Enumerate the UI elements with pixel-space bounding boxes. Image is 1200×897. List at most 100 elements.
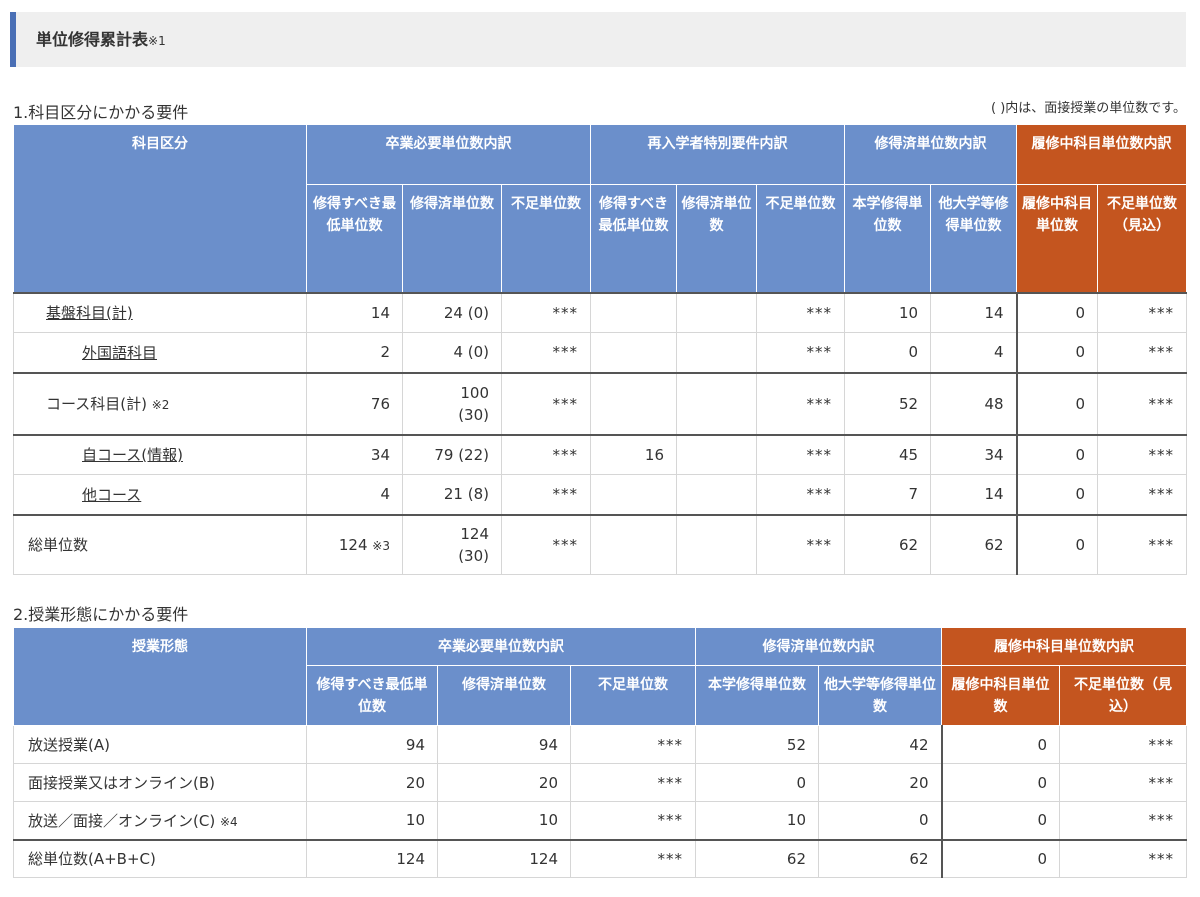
cell-short: *** bbox=[501, 513, 591, 575]
cell-other: 34 bbox=[930, 433, 1018, 475]
cell-ip: 0 bbox=[1015, 332, 1099, 373]
earned-faceto: (30) bbox=[458, 546, 489, 565]
cell-ip: 0 bbox=[1015, 474, 1099, 515]
section1-note: ( )内は、面接授業の単位数です。 bbox=[991, 101, 1186, 116]
table-row: 総単位数(A+B+C) 124 124 *** 62 62 0 *** bbox=[13, 838, 1187, 878]
class-format-table: 授業形態 卒業必要単位数内訳 修得済単位数内訳 履修中科目単位数内訳 修得すべき… bbox=[13, 627, 1187, 878]
row-label: 放送授業(A) bbox=[13, 725, 307, 764]
table-row: コース科目(計) ※2 76 100 (30) *** *** 52 48 0 *… bbox=[13, 371, 1188, 435]
cell-ip: 0 bbox=[940, 725, 1060, 764]
cell-ip: 0 bbox=[940, 838, 1060, 878]
earned-total: 124 bbox=[460, 524, 489, 543]
page-title-text: 単位修得累計表 bbox=[36, 30, 149, 49]
cell-ip-short: *** bbox=[1059, 763, 1187, 802]
cell-earned: 94 bbox=[437, 725, 571, 764]
cell-ip-short: *** bbox=[1097, 291, 1188, 333]
cell-earned: 124 bbox=[437, 838, 571, 878]
header-earned-other: 他大学等修得単位数 bbox=[930, 184, 1018, 294]
category-link[interactable]: 他コース bbox=[82, 486, 141, 504]
cell-ip: 0 bbox=[940, 801, 1060, 840]
cell-own: 0 bbox=[844, 332, 932, 373]
header-form: 授業形態 bbox=[13, 627, 307, 726]
cell-re-earned bbox=[676, 332, 757, 373]
format-label: 放送／面接／オンライン(C) bbox=[28, 811, 216, 830]
header-req-min: 修得すべき最低単位数 bbox=[306, 184, 403, 294]
cell-re-short: *** bbox=[755, 332, 846, 373]
header-required-group: 卒業必要単位数内訳 bbox=[306, 124, 591, 185]
cell-re-earned bbox=[676, 291, 757, 333]
table-row: 基盤科目(計) 14 24 (0) *** *** 10 14 0 *** bbox=[13, 291, 1188, 333]
cell-min: 2 bbox=[306, 332, 403, 373]
cell-ip-short: *** bbox=[1097, 371, 1188, 435]
page-title-note: ※1 bbox=[148, 34, 166, 48]
cell-min: 94 bbox=[306, 725, 438, 764]
cell-ip-short: *** bbox=[1059, 725, 1187, 764]
table-row: 自コース(情報) 34 79 (22) *** 16 *** 45 34 0 *… bbox=[13, 433, 1188, 475]
cell-earned: 24 (0) bbox=[402, 291, 502, 333]
header-readmit-group: 再入学者特別要件内訳 bbox=[589, 124, 846, 185]
cell-other: 14 bbox=[930, 291, 1018, 333]
cell-ip-short: *** bbox=[1097, 332, 1188, 373]
cell-re-earned bbox=[676, 433, 757, 475]
cell-re-min bbox=[590, 332, 677, 373]
cell-earned: 21 (8) bbox=[402, 474, 502, 515]
cell-min: 124 ※3 bbox=[306, 513, 403, 575]
cell-min: 34 bbox=[306, 433, 403, 475]
cell-min: 124 bbox=[306, 838, 438, 878]
table-row: 他コース 4 21 (8) *** *** 7 14 0 *** bbox=[13, 474, 1188, 515]
row-label[interactable]: 自コース(情報) bbox=[13, 433, 307, 475]
cell-re-short: *** bbox=[755, 371, 846, 435]
cell-re-min bbox=[590, 474, 677, 515]
header-earned-group: 修得済単位数内訳 bbox=[844, 124, 1018, 185]
header-req-earned: 修得済単位数 bbox=[437, 665, 571, 726]
cell-ip: 0 bbox=[1015, 433, 1099, 475]
header-earned-other: 他大学等修得単位数 bbox=[818, 665, 942, 726]
cell-earned: 79 (22) bbox=[402, 433, 502, 475]
cell-re-earned bbox=[676, 474, 757, 515]
row-label: 総単位数 bbox=[13, 513, 307, 575]
section2-title: 2.授業形態にかかる要件 bbox=[13, 605, 189, 624]
cell-re-short: *** bbox=[755, 291, 846, 333]
row-label: 面接授業又はオンライン(B) bbox=[13, 763, 307, 802]
category-link[interactable]: 外国語科目 bbox=[82, 344, 157, 362]
cell-short: *** bbox=[501, 433, 591, 475]
row-label[interactable]: 基盤科目(計) bbox=[13, 291, 307, 333]
row-label[interactable]: 外国語科目 bbox=[13, 332, 307, 373]
cell-short: *** bbox=[570, 763, 696, 802]
row-label: コース科目(計) ※2 bbox=[13, 371, 307, 435]
category-link[interactable]: 基盤科目(計) bbox=[46, 304, 133, 322]
header-re-earned: 修得済単位数 bbox=[676, 184, 757, 294]
cell-short: *** bbox=[570, 725, 696, 764]
row-label[interactable]: 他コース bbox=[13, 474, 307, 515]
cell-ip: 0 bbox=[1015, 371, 1099, 435]
cell-short: *** bbox=[501, 371, 591, 435]
header-req-short: 不足単位数 bbox=[501, 184, 591, 294]
cell-ip-short: *** bbox=[1097, 474, 1188, 515]
header-inprogress-group: 履修中科目単位数内訳 bbox=[1016, 124, 1188, 185]
cell-ip: 0 bbox=[1015, 291, 1099, 333]
cell-other: 48 bbox=[930, 371, 1018, 435]
header-earned-group: 修得済単位数内訳 bbox=[695, 627, 942, 666]
cell-re-min bbox=[590, 371, 677, 435]
cell-other: 42 bbox=[818, 725, 942, 764]
category-link[interactable]: 自コース(情報) bbox=[82, 446, 183, 464]
earned-total: 100 bbox=[460, 383, 489, 402]
header-inprogress-group: 履修中科目単位数内訳 bbox=[941, 627, 1187, 666]
min-value: 124 bbox=[338, 535, 368, 554]
table-row: 放送／面接／オンライン(C) ※4 10 10 *** 10 0 0 *** bbox=[13, 801, 1187, 840]
cell-re-short: *** bbox=[755, 433, 846, 475]
cell-re-short: *** bbox=[755, 474, 846, 515]
cell-short: *** bbox=[501, 291, 591, 333]
cell-other: 62 bbox=[930, 513, 1018, 575]
footnote-mark: ※3 bbox=[372, 538, 390, 553]
cell-other: 62 bbox=[818, 838, 942, 878]
cell-re-min bbox=[590, 291, 677, 333]
header-req-min: 修得すべき最低単位数 bbox=[306, 665, 438, 726]
cell-re-min: 16 bbox=[590, 433, 677, 475]
header-ip-units: 履修中科目単位数 bbox=[1016, 184, 1099, 294]
footnote-mark: ※2 bbox=[151, 398, 170, 412]
cell-re-short: *** bbox=[755, 513, 846, 575]
cell-min: 4 bbox=[306, 474, 403, 515]
table-row: 面接授業又はオンライン(B) 20 20 *** 0 20 0 *** bbox=[13, 763, 1187, 802]
header-earned-own: 本学修得単位数 bbox=[844, 184, 932, 294]
